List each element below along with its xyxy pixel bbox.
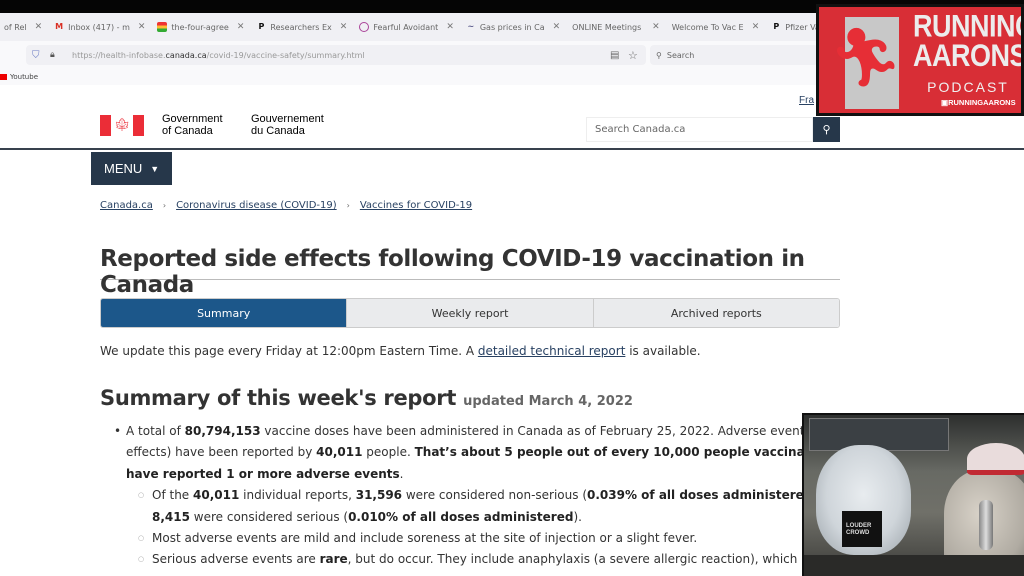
podcast-subtitle: PODCAST xyxy=(927,79,1009,95)
url-bar[interactable]: ⛉ 🔒︎ https://health-infobase.canada.ca/c… xyxy=(26,45,646,65)
close-icon[interactable]: ✕ xyxy=(237,22,245,32)
technical-report-link[interactable]: detailed technical report xyxy=(478,344,626,358)
microphone xyxy=(979,500,993,550)
language-toggle-link[interactable]: Fra xyxy=(799,95,814,106)
summary-content: A total of 80,794,153 vaccine doses have… xyxy=(114,421,814,571)
signature-en[interactable]: Government of Canada xyxy=(162,113,223,137)
browser-tab[interactable]: P Researchers Ex ✕ xyxy=(250,13,353,41)
signature-fr[interactable]: Gouvernement du Canada xyxy=(251,113,324,137)
podcast-title: RUNNING AARONS xyxy=(913,8,1024,74)
close-icon[interactable]: ✕ xyxy=(446,22,454,32)
breadcrumb-separator: › xyxy=(162,201,167,210)
book-icon xyxy=(157,22,168,32)
site-search: ⚲ xyxy=(586,117,840,142)
baseball-cap xyxy=(967,443,1024,475)
gmail-icon: M xyxy=(55,22,64,31)
page-title: Reported side effects following COVID-19… xyxy=(100,246,840,298)
desk xyxy=(804,555,1024,576)
breadcrumb-vaccines[interactable]: Vaccines for COVID-19 xyxy=(360,200,472,211)
browser-tab[interactable]: ~ Gas prices in Ca ✕ xyxy=(460,13,566,41)
browser-tab[interactable]: of Rel ✕ xyxy=(0,13,48,41)
close-icon[interactable]: ✕ xyxy=(138,22,146,32)
breadcrumb-separator: › xyxy=(346,201,350,210)
close-icon[interactable]: ✕ xyxy=(340,22,348,32)
tab-archived-reports[interactable]: Archived reports xyxy=(592,299,839,327)
p-icon: P xyxy=(258,22,265,31)
list-item: Of the 40,011 individual reports, 31,596… xyxy=(114,485,814,528)
search-icon: ⚲ xyxy=(656,50,662,60)
tab-weekly-report[interactable]: Weekly report xyxy=(346,299,593,327)
browser-tab[interactable]: M Inbox (417) - m ✕ xyxy=(48,13,151,41)
summary-heading: Summary of this week's report updated Ma… xyxy=(100,386,633,410)
bookmark-youtube[interactable]: Youtube xyxy=(10,73,38,81)
close-icon[interactable]: ✕ xyxy=(35,22,43,32)
browser-search-box[interactable]: ⚲ Search xyxy=(650,45,818,65)
screen: of Rel ✕ M Inbox (417) - m ✕ the-four-agree… xyxy=(0,0,1024,576)
browser-tab-strip: of Rel ✕ M Inbox (417) - m ✕ the-four-agree… xyxy=(0,13,920,41)
browser-tab[interactable]: Fearful Avoidant ✕ xyxy=(353,13,460,41)
podcast-handle: ▣RUNNINGAARONS xyxy=(941,98,1016,107)
breadcrumb-canada[interactable]: Canada.ca xyxy=(100,200,153,211)
list-item: A total of 80,794,153 vaccine doses have… xyxy=(114,421,814,485)
update-notice: We update this page every Friday at 12:0… xyxy=(100,344,701,358)
p-icon: P xyxy=(773,22,780,31)
browser-tab[interactable]: the-four-agree ✕ xyxy=(151,13,250,41)
bookmark-star-icon[interactable]: ☆ xyxy=(628,49,638,62)
lock-icon[interactable]: 🔒︎ xyxy=(50,50,60,60)
report-tabs: Summary Weekly report Archived reports xyxy=(100,298,840,328)
breadcrumb-coronavirus[interactable]: Coronavirus disease (COVID-19) xyxy=(176,200,337,211)
summary-updated-date: updated March 4, 2022 xyxy=(463,394,633,409)
close-icon[interactable]: ✕ xyxy=(752,22,760,32)
running-man-icon: 🏃︎ xyxy=(829,23,903,91)
breadcrumb: Canada.ca › Coronavirus disease (COVID-1… xyxy=(100,200,472,211)
navigation-bar: ⛉ 🔒︎ https://health-infobase.canada.ca/c… xyxy=(0,41,820,69)
close-icon[interactable]: ✕ xyxy=(553,22,561,32)
search-icon: ⚲ xyxy=(822,124,831,136)
site-search-button[interactable]: ⚲ xyxy=(813,117,840,142)
webcam-overlay: LOUDER CROWD xyxy=(802,413,1024,576)
reader-view-icon[interactable]: ▤ xyxy=(610,50,619,61)
list-item: Most adverse events are mild and include… xyxy=(114,528,814,550)
canada-flag-icon[interactable]: 🍁︎ xyxy=(100,115,144,136)
chart-icon: ~ xyxy=(467,22,475,31)
shield-icon[interactable]: ⛉ xyxy=(32,50,42,61)
list-item: Serious adverse events are rare, but do … xyxy=(114,549,814,570)
podcast-logo-overlay: 🏃︎ RUNNING AARONS PODCAST ▣RUNNINGAARONS xyxy=(816,4,1024,116)
site-search-input[interactable] xyxy=(586,117,813,142)
menu-button[interactable]: MENU ▼ xyxy=(91,152,172,185)
url-text[interactable]: https://health-infobase.canada.ca/covid-… xyxy=(72,51,365,60)
youtube-icon xyxy=(0,74,7,80)
close-icon[interactable]: ✕ xyxy=(652,22,660,32)
browser-tab[interactable]: Welcome To Vac Er ✕ xyxy=(666,13,766,41)
browser-tab[interactable]: ONLINE Meetings - ✕ xyxy=(566,13,666,41)
chevron-down-icon: ▼ xyxy=(150,163,160,174)
bookmarks-bar: Youtube xyxy=(0,69,820,85)
mug: LOUDER CROWD xyxy=(842,511,882,547)
tab-summary[interactable]: Summary xyxy=(101,299,347,327)
circle-icon xyxy=(359,22,370,32)
